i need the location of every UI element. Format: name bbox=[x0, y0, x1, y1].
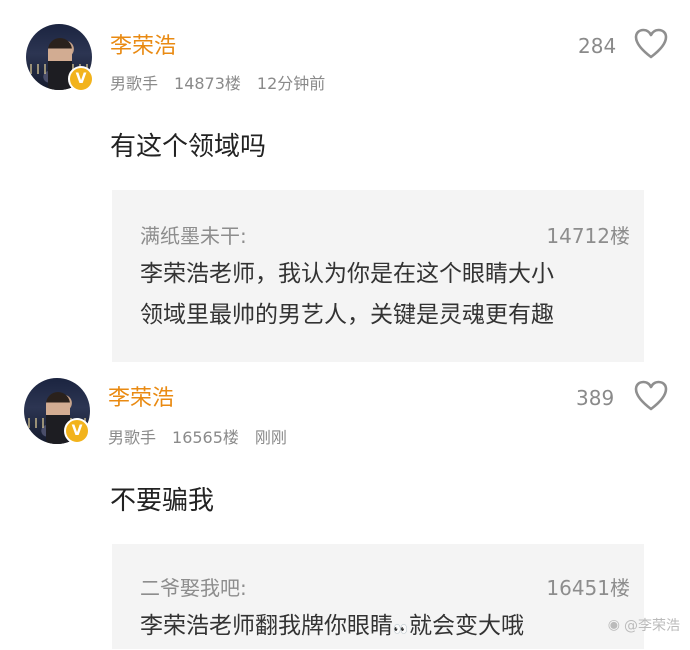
quote-text-line: 李荣浩老师，我认为你是在这个眼睛大小 bbox=[140, 261, 554, 287]
user-role: 男歌手 bbox=[108, 428, 157, 447]
verified-v-badge-icon: V bbox=[64, 418, 90, 444]
comment-time: 刚刚 bbox=[254, 428, 287, 447]
quoted-reply[interactable]: 二爷娶我吧: 16451楼 李荣浩老师翻我牌你眼睛👀就会变大哦 bbox=[112, 544, 644, 649]
like-count: 284 bbox=[578, 34, 617, 58]
like-count: 389 bbox=[576, 386, 615, 410]
quoted-reply[interactable]: 满纸墨未干: 14712楼 李荣浩老师，我认为你是在这个眼睛大小 领域里最帅的男… bbox=[112, 190, 644, 362]
eyes-emoji: 👀 bbox=[393, 622, 409, 636]
user-role: 男歌手 bbox=[110, 74, 159, 93]
quote-text: 李荣浩老师，我认为你是在这个眼睛大小 领域里最帅的男艺人，关键是灵魂更有趣 bbox=[140, 254, 554, 336]
username[interactable]: 李荣浩 bbox=[110, 28, 176, 60]
weibo-watermark: ◉ @李荣浩 bbox=[608, 615, 680, 635]
heart-outline-icon[interactable] bbox=[634, 28, 668, 60]
quote-floor: 16451楼 bbox=[546, 576, 630, 600]
comment-meta: 男歌手 16565楼 刚刚 bbox=[108, 424, 303, 448]
quote-text-part: 李荣浩老师翻我牌你眼睛 bbox=[140, 613, 393, 639]
comment-time: 12分钟前 bbox=[256, 74, 326, 93]
comment-item: V 李荣浩 男歌手 14873楼 12分钟前 284 有这个领域吗 满纸墨未干: 1… bbox=[0, 0, 690, 362]
weibo-logo-icon: ◉ bbox=[607, 617, 620, 633]
watermark-text: @李荣浩 bbox=[624, 618, 680, 634]
quote-author[interactable]: 满纸墨未干: bbox=[140, 220, 247, 249]
verified-v-badge-icon: V bbox=[68, 66, 94, 92]
quote-text-line: 领域里最帅的男艺人，关键是灵魂更有趣 bbox=[140, 302, 554, 328]
quote-floor: 14712楼 bbox=[546, 224, 630, 248]
comment-floor: 16565楼 bbox=[172, 428, 239, 447]
comment-text: 有这个领域吗 bbox=[110, 132, 267, 162]
comment-text: 不要骗我 bbox=[110, 486, 215, 516]
comment-meta: 男歌手 14873楼 12分钟前 bbox=[110, 70, 341, 94]
comment-item: V 李荣浩 男歌手 16565楼 刚刚 389 不要骗我 二爷娶我吧: 16451楼… bbox=[0, 362, 690, 649]
quote-text: 李荣浩老师翻我牌你眼睛👀就会变大哦 bbox=[140, 606, 524, 650]
quote-text-part: 就会变大哦 bbox=[408, 613, 524, 639]
quote-author[interactable]: 二爷娶我吧: bbox=[140, 572, 247, 601]
comment-floor: 14873楼 bbox=[174, 74, 241, 93]
heart-outline-icon[interactable] bbox=[634, 380, 668, 412]
username[interactable]: 李荣浩 bbox=[108, 380, 174, 412]
